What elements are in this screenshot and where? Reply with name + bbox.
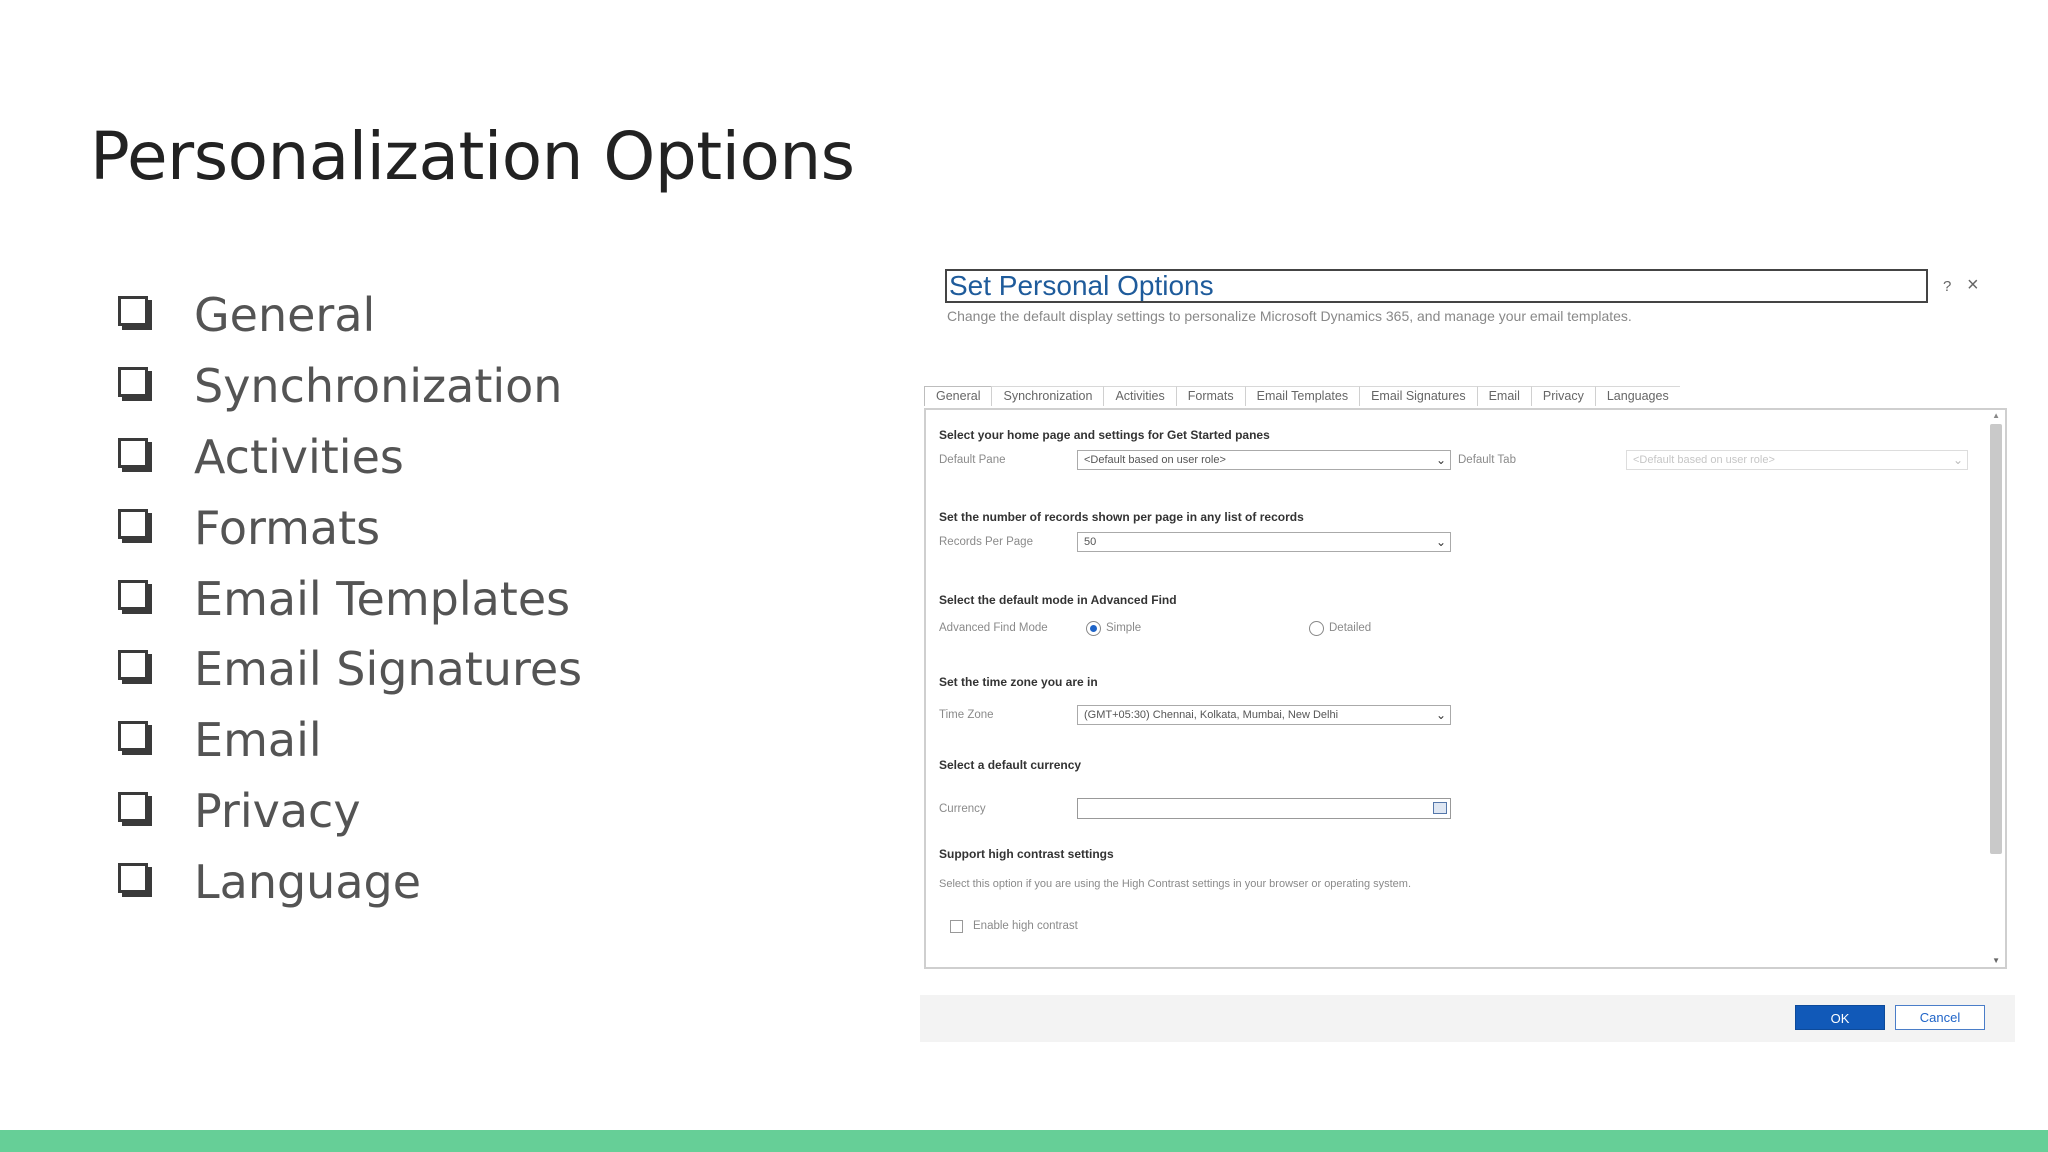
close-icon[interactable]: ×	[1967, 274, 1979, 297]
dialog-footer: OK Cancel	[920, 995, 2015, 1042]
tab-email-signatures[interactable]: Email Signatures	[1359, 386, 1477, 406]
checkbox-bullet-icon	[118, 367, 148, 398]
help-icon[interactable]: ?	[1943, 278, 1951, 295]
high-contrast-heading: Support high contrast settings	[939, 847, 1114, 861]
records-per-page-value: 50	[1084, 536, 1097, 548]
records-per-page-label: Records Per Page	[939, 536, 1033, 548]
bullet-text: Synchronization	[194, 359, 563, 414]
time-zone-heading: Set the time zone you are in	[939, 675, 1098, 689]
panel-scrollbar[interactable]	[1990, 424, 2002, 854]
dialog-title: Set Personal Options	[945, 269, 1928, 303]
records-per-page-select[interactable]: 50 ⌄	[1077, 532, 1451, 552]
chevron-down-icon: ⌄	[1435, 535, 1446, 549]
scroll-down-icon[interactable]: ▼	[1992, 956, 2000, 965]
tab-privacy[interactable]: Privacy	[1530, 386, 1595, 406]
advanced-find-mode-label: Advanced Find Mode	[939, 622, 1048, 634]
checkbox-bullet-icon	[118, 579, 148, 610]
chevron-down-icon: ⌄	[1435, 453, 1446, 467]
checkbox-bullet-icon	[118, 437, 148, 468]
currency-label: Currency	[939, 803, 986, 815]
checkbox-bullet-icon	[118, 721, 148, 752]
personal-options-dialog: Set Personal Options ? × Change the defa…	[920, 262, 2015, 1042]
default-pane-select[interactable]: <Default based on user role> ⌄	[1077, 450, 1451, 470]
bullet-text: General	[194, 288, 376, 343]
bullet-list: General Synchronization Activities Forma…	[118, 280, 582, 917]
slide-title: Personalization Options	[90, 118, 855, 195]
enable-high-contrast-label: Enable high contrast	[973, 920, 1078, 932]
simple-radio[interactable]	[1086, 621, 1101, 636]
default-pane-value: <Default based on user role>	[1084, 454, 1226, 466]
tab-languages[interactable]: Languages	[1594, 386, 1680, 406]
time-zone-select[interactable]: (GMT+05:30) Chennai, Kolkata, Mumbai, Ne…	[1077, 705, 1451, 725]
home-page-heading: Select your home page and settings for G…	[939, 428, 1270, 442]
tab-email[interactable]: Email	[1476, 386, 1531, 406]
tab-activities[interactable]: Activities	[1103, 386, 1176, 406]
currency-lookup-field[interactable]	[1077, 798, 1451, 819]
bullet-item: Formats	[118, 492, 582, 563]
scroll-up-icon[interactable]: ▲	[1992, 411, 2000, 420]
checkbox-bullet-icon	[118, 508, 148, 539]
bullet-text: Activities	[194, 429, 404, 484]
bullet-text: Email	[194, 713, 322, 768]
default-pane-label: Default Pane	[939, 454, 1006, 466]
bullet-item: Email	[118, 705, 582, 776]
detailed-radio-label: Detailed	[1329, 622, 1372, 634]
bullet-item: Email Signatures	[118, 634, 582, 705]
bullet-item: Language	[118, 846, 582, 917]
enable-high-contrast-checkbox[interactable]	[950, 920, 963, 933]
time-zone-value: (GMT+05:30) Chennai, Kolkata, Mumbai, Ne…	[1084, 709, 1339, 721]
currency-heading: Select a default currency	[939, 758, 1082, 772]
bullet-item: Privacy	[118, 776, 582, 847]
bottom-accent-bar	[0, 1130, 2048, 1152]
detailed-radio[interactable]	[1309, 621, 1324, 636]
advanced-find-heading: Select the default mode in Advanced Find	[939, 593, 1177, 607]
checkbox-bullet-icon	[118, 862, 148, 893]
tab-bar: General Synchronization Activities Forma…	[924, 386, 1680, 406]
tab-synchronization[interactable]: Synchronization	[991, 386, 1104, 406]
simple-radio-label: Simple	[1106, 622, 1142, 634]
bullet-text: Formats	[194, 500, 381, 555]
checkbox-bullet-icon	[118, 791, 148, 822]
bullet-item: Email Templates	[118, 563, 582, 634]
bullet-text: Privacy	[194, 783, 361, 838]
bullet-item: Synchronization	[118, 351, 582, 422]
dialog-subtitle: Change the default display settings to p…	[947, 308, 1632, 324]
default-tab-select[interactable]: <Default based on user role> ⌄	[1626, 450, 1968, 470]
bullet-item: General	[118, 280, 582, 351]
chevron-down-icon: ⌄	[1435, 708, 1446, 722]
tab-general[interactable]: General	[924, 386, 992, 406]
cancel-button[interactable]: Cancel	[1895, 1005, 1985, 1030]
time-zone-label: Time Zone	[939, 709, 994, 721]
bullet-text: Email Templates	[194, 571, 571, 626]
tab-email-templates[interactable]: Email Templates	[1244, 386, 1360, 406]
chevron-down-icon: ⌄	[1952, 453, 1963, 467]
default-tab-value: <Default based on user role>	[1633, 454, 1775, 466]
tab-formats[interactable]: Formats	[1175, 386, 1245, 406]
bullet-text: Language	[194, 854, 422, 909]
records-heading: Set the number of records shown per page…	[939, 510, 1304, 524]
checkbox-bullet-icon	[118, 296, 148, 327]
bullet-item: Activities	[118, 422, 582, 493]
checkbox-bullet-icon	[118, 650, 148, 681]
general-tab-panel: Select your home page and settings for G…	[924, 408, 2007, 969]
lookup-icon[interactable]	[1433, 802, 1447, 814]
default-tab-label: Default Tab	[1458, 454, 1516, 466]
bullet-text: Email Signatures	[194, 642, 583, 697]
ok-button[interactable]: OK	[1795, 1005, 1885, 1030]
high-contrast-description: Select this option if you are using the …	[939, 878, 1412, 890]
